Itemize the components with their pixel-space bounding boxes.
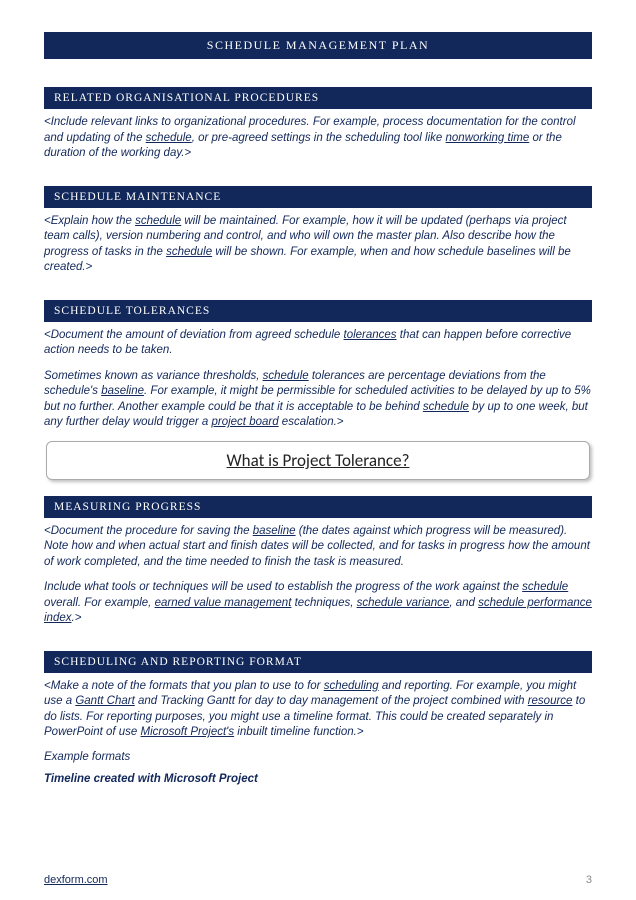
section-heading-maintenance: SCHEDULE MAINTENANCE bbox=[44, 186, 592, 208]
link-schedule[interactable]: schedule bbox=[166, 246, 212, 258]
text: overall. For example, bbox=[44, 597, 155, 609]
reporting-text: <Make a note of the formats that you pla… bbox=[44, 679, 592, 741]
link-resource[interactable]: resource bbox=[528, 695, 573, 707]
section-heading-tolerances: SCHEDULE TOLERANCES bbox=[44, 300, 592, 322]
callout-project-tolerance[interactable]: What is Project Tolerance? bbox=[46, 441, 590, 480]
text: and Tracking Gantt for day to day manage… bbox=[135, 695, 528, 707]
text: , and bbox=[449, 597, 478, 609]
link-scheduling[interactable]: scheduling bbox=[324, 680, 379, 692]
link-schedule[interactable]: schedule bbox=[135, 215, 181, 227]
link-schedule-variance[interactable]: schedule variance bbox=[357, 597, 450, 609]
link-project-board[interactable]: project board bbox=[211, 416, 278, 428]
document-title-band: SCHEDULE MANAGEMENT PLAN bbox=[44, 32, 592, 59]
link-schedule[interactable]: schedule bbox=[522, 581, 568, 593]
measuring-text-1: <Document the procedure for saving the b… bbox=[44, 524, 592, 571]
text: Sometimes known as variance thresholds, bbox=[44, 370, 263, 382]
text: <Document the procedure for saving the bbox=[44, 525, 253, 537]
footer: dexform.com 3 bbox=[44, 874, 592, 886]
link-baseline[interactable]: baseline bbox=[101, 385, 144, 397]
text: <Make a note of the formats that you pla… bbox=[44, 680, 324, 692]
link-microsoft-project[interactable]: Microsoft Project's bbox=[141, 726, 235, 738]
text: inbuilt timeline function.> bbox=[234, 726, 363, 738]
link-schedule[interactable]: schedule bbox=[423, 401, 469, 413]
section-heading-reporting: SCHEDULING AND REPORTING FORMAT bbox=[44, 651, 592, 673]
text: .> bbox=[72, 612, 82, 624]
tolerances-text-2: Sometimes known as variance thresholds, … bbox=[44, 369, 592, 431]
link-nonworking-time[interactable]: nonworking time bbox=[446, 132, 530, 144]
text: <Document the amount of deviation from a… bbox=[44, 329, 344, 341]
link-tolerances[interactable]: tolerances bbox=[344, 329, 397, 341]
text: escalation.> bbox=[279, 416, 344, 428]
related-procedures-text: <Include relevant links to organizationa… bbox=[44, 115, 592, 162]
text: Include what tools or techniques will be… bbox=[44, 581, 522, 593]
example-formats-label: Example formats bbox=[44, 751, 592, 763]
tolerances-text-1: <Document the amount of deviation from a… bbox=[44, 328, 592, 359]
section-heading-measuring: MEASURING PROGRESS bbox=[44, 496, 592, 518]
link-schedule[interactable]: schedule bbox=[146, 132, 192, 144]
link-gantt-chart[interactable]: Gantt Chart bbox=[75, 695, 134, 707]
maintenance-text: <Explain how the schedule will be mainta… bbox=[44, 214, 592, 276]
text: techniques, bbox=[291, 597, 356, 609]
section-heading-related-procedures: RELATED ORGANISATIONAL PROCEDURES bbox=[44, 87, 592, 109]
link-earned-value-management[interactable]: earned value management bbox=[155, 597, 292, 609]
timeline-label: Timeline created with Microsoft Project bbox=[44, 773, 592, 785]
text: <Explain how the bbox=[44, 215, 135, 227]
footer-site[interactable]: dexform.com bbox=[44, 874, 108, 886]
text: , or pre-agreed settings in the scheduli… bbox=[192, 132, 446, 144]
link-baseline[interactable]: baseline bbox=[253, 525, 296, 537]
page-number: 3 bbox=[586, 874, 592, 886]
link-schedule[interactable]: schedule bbox=[263, 370, 309, 382]
measuring-text-2: Include what tools or techniques will be… bbox=[44, 580, 592, 627]
